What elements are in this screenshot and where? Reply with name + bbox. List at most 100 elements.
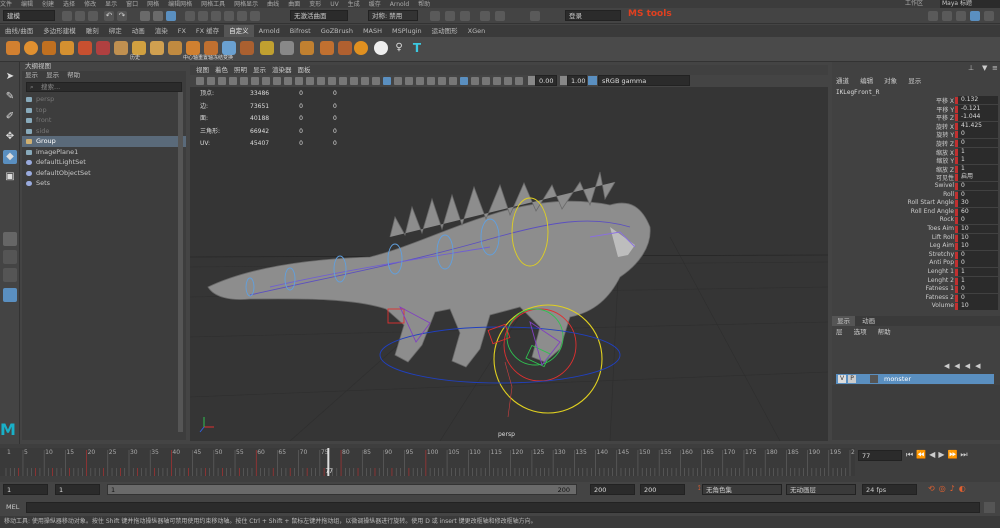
bevel-icon[interactable] <box>96 41 110 55</box>
outliner-menu-show[interactable]: 显示 <box>46 71 59 79</box>
skull-icon[interactable] <box>374 41 388 55</box>
viewport-toolbar-icon[interactable] <box>240 77 248 85</box>
anim-layer-dropdown[interactable]: 无动画层 <box>786 484 856 495</box>
playback-start-field[interactable]: 1 <box>55 484 100 495</box>
viewport-toolbar-icon[interactable] <box>218 77 226 85</box>
key-icon[interactable]: ⟟ <box>698 484 701 493</box>
move-tool-icon[interactable]: ✥ <box>3 130 17 144</box>
attribute-value[interactable]: 0.132 <box>958 96 998 104</box>
gozbrush-icon[interactable] <box>354 41 368 55</box>
character-set-dropdown[interactable]: 无角色集 <box>702 484 782 495</box>
shelf-tab[interactable]: 绑定 <box>104 25 127 37</box>
viewport-toolbar-icon[interactable] <box>295 77 303 85</box>
viewport-menu-item[interactable]: 渲染器 <box>272 65 292 75</box>
view-transform-icon[interactable] <box>588 76 597 85</box>
viewport-toolbar-icon[interactable] <box>328 77 336 85</box>
arnold-render-icon[interactable] <box>495 11 505 21</box>
mel-label[interactable]: MEL <box>6 503 19 511</box>
channelbox-menu-channels[interactable]: 通道 <box>836 77 849 85</box>
redo-icon[interactable]: ↷ <box>117 11 127 21</box>
viewport-menu-item[interactable]: 着色 <box>215 65 228 75</box>
open-scene-icon[interactable] <box>75 11 85 21</box>
attribute-value[interactable]: 60 <box>958 207 998 216</box>
menu-item[interactable]: UV <box>330 1 339 8</box>
pause-icon[interactable] <box>530 11 540 21</box>
make-live-icon[interactable] <box>250 11 260 21</box>
viewport-toolbar-icon[interactable] <box>504 77 512 85</box>
layer-menu-help[interactable]: 帮助 <box>878 328 891 336</box>
attribute-value[interactable]: 0 <box>958 130 998 139</box>
auto-key-icons[interactable]: ⟲◎♪◐ <box>928 484 970 493</box>
render-settings-icon[interactable] <box>460 11 470 21</box>
viewport-toolbar-icon[interactable] <box>493 77 501 85</box>
mirror-icon[interactable] <box>240 41 254 55</box>
attribute-value[interactable]: 0 <box>958 182 998 190</box>
outliner-item[interactable]: persp <box>22 94 186 105</box>
center-pivot-icon[interactable] <box>150 41 164 55</box>
menu-item[interactable]: 网格工具 <box>201 1 225 8</box>
shelf-tab[interactable]: Arnold <box>254 25 285 37</box>
scale-tool-icon[interactable]: ▣ <box>3 170 17 184</box>
outliner-item[interactable]: Sets <box>22 178 186 189</box>
shelf-tab[interactable]: 运动图形 <box>427 25 463 37</box>
viewport-toolbar-icon[interactable] <box>196 77 204 85</box>
modeling-toolkit-icon[interactable] <box>928 11 938 21</box>
exposure-field[interactable]: 0.00 <box>535 75 557 86</box>
attribute-value[interactable]: 10 <box>958 302 998 311</box>
attribute-value[interactable]: 0 <box>958 285 998 294</box>
fps-dropdown[interactable]: 24 fps <box>862 484 917 495</box>
3d-view[interactable]: 顶点: 33486 0 0 边: 73651 0 0 面: 40188 0 0 三角形: 66942 0 0 U… <box>190 87 828 441</box>
outliner-item[interactable]: defaultLightSet <box>22 157 186 168</box>
shelf-tab[interactable]: 曲线/曲面 <box>0 25 38 37</box>
attribute-name[interactable]: Roll Start Angle <box>908 199 954 206</box>
attribute-editor-toggle-icon[interactable] <box>942 11 952 21</box>
live-surface-field[interactable]: 无激活曲面 <box>290 10 348 21</box>
menu-item[interactable]: 帮助 <box>418 1 430 8</box>
shelf-tab[interactable]: 动画 <box>127 25 150 37</box>
layer-menu-options[interactable]: 选项 <box>854 328 867 336</box>
outliner-item[interactable]: defaultObjectSet <box>22 168 186 179</box>
paint-select-icon[interactable]: ✐ <box>3 110 17 124</box>
viewport-toolbar-icon[interactable] <box>306 77 314 85</box>
attribute-value[interactable]: 30 <box>958 199 998 208</box>
attribute-name[interactable]: Lift Roll <box>932 234 954 241</box>
attribute-name[interactable]: Rock <box>940 216 954 223</box>
plugin-icon-a[interactable] <box>300 41 314 55</box>
select-object-icon[interactable] <box>153 11 163 21</box>
bridge-icon[interactable] <box>114 41 128 55</box>
viewport-toolbar-icon[interactable] <box>383 77 391 85</box>
attribute-value[interactable]: 10 <box>958 225 998 233</box>
attribute-name[interactable]: Roll End Angle <box>911 208 954 215</box>
mode-dropdown[interactable]: 建模 <box>3 10 55 21</box>
hypershade-icon[interactable] <box>480 11 490 21</box>
attribute-value[interactable]: 1 <box>958 268 998 276</box>
tool-settings-toggle-icon[interactable] <box>956 11 966 21</box>
shelf-tab[interactable]: 雕刻 <box>81 25 104 37</box>
render-icon[interactable] <box>430 11 440 21</box>
menu-item[interactable]: 窗口 <box>126 1 138 8</box>
plugin-icon-c[interactable] <box>338 41 352 55</box>
outliner-item[interactable]: side <box>22 126 186 137</box>
select-component-icon[interactable] <box>166 11 176 21</box>
poly-sphere-icon[interactable] <box>24 41 38 55</box>
viewport-toolbar-icon[interactable] <box>438 77 446 85</box>
shelf-tab[interactable]: MASH <box>358 25 387 37</box>
viewport-toolbar-icon[interactable] <box>207 77 215 85</box>
viewport-toolbar-icon[interactable] <box>350 77 358 85</box>
viewport-toolbar-icon[interactable] <box>416 77 424 85</box>
range-slider[interactable]: 1 200 <box>107 484 577 495</box>
history-delete-icon[interactable] <box>132 41 146 55</box>
attribute-value[interactable]: 启用 <box>958 173 998 182</box>
viewport-toolbar-icon[interactable] <box>405 77 413 85</box>
outliner-item[interactable]: Group <box>22 136 186 147</box>
shelf-tab[interactable]: 多边形建模 <box>38 25 81 37</box>
layer-visible-toggle[interactable]: V <box>838 375 846 383</box>
viewport-toolbar-icon[interactable] <box>427 77 435 85</box>
menu-item[interactable]: 文件 <box>0 1 12 8</box>
lasso-tool-icon[interactable]: ✎ <box>3 90 17 104</box>
shelf-tab[interactable]: XGen <box>463 25 491 37</box>
attribute-value[interactable]: 10 <box>958 233 998 242</box>
combine-icon[interactable] <box>204 41 218 55</box>
uv-editor-icon[interactable] <box>280 41 294 55</box>
snap-grid-icon[interactable] <box>185 11 195 21</box>
